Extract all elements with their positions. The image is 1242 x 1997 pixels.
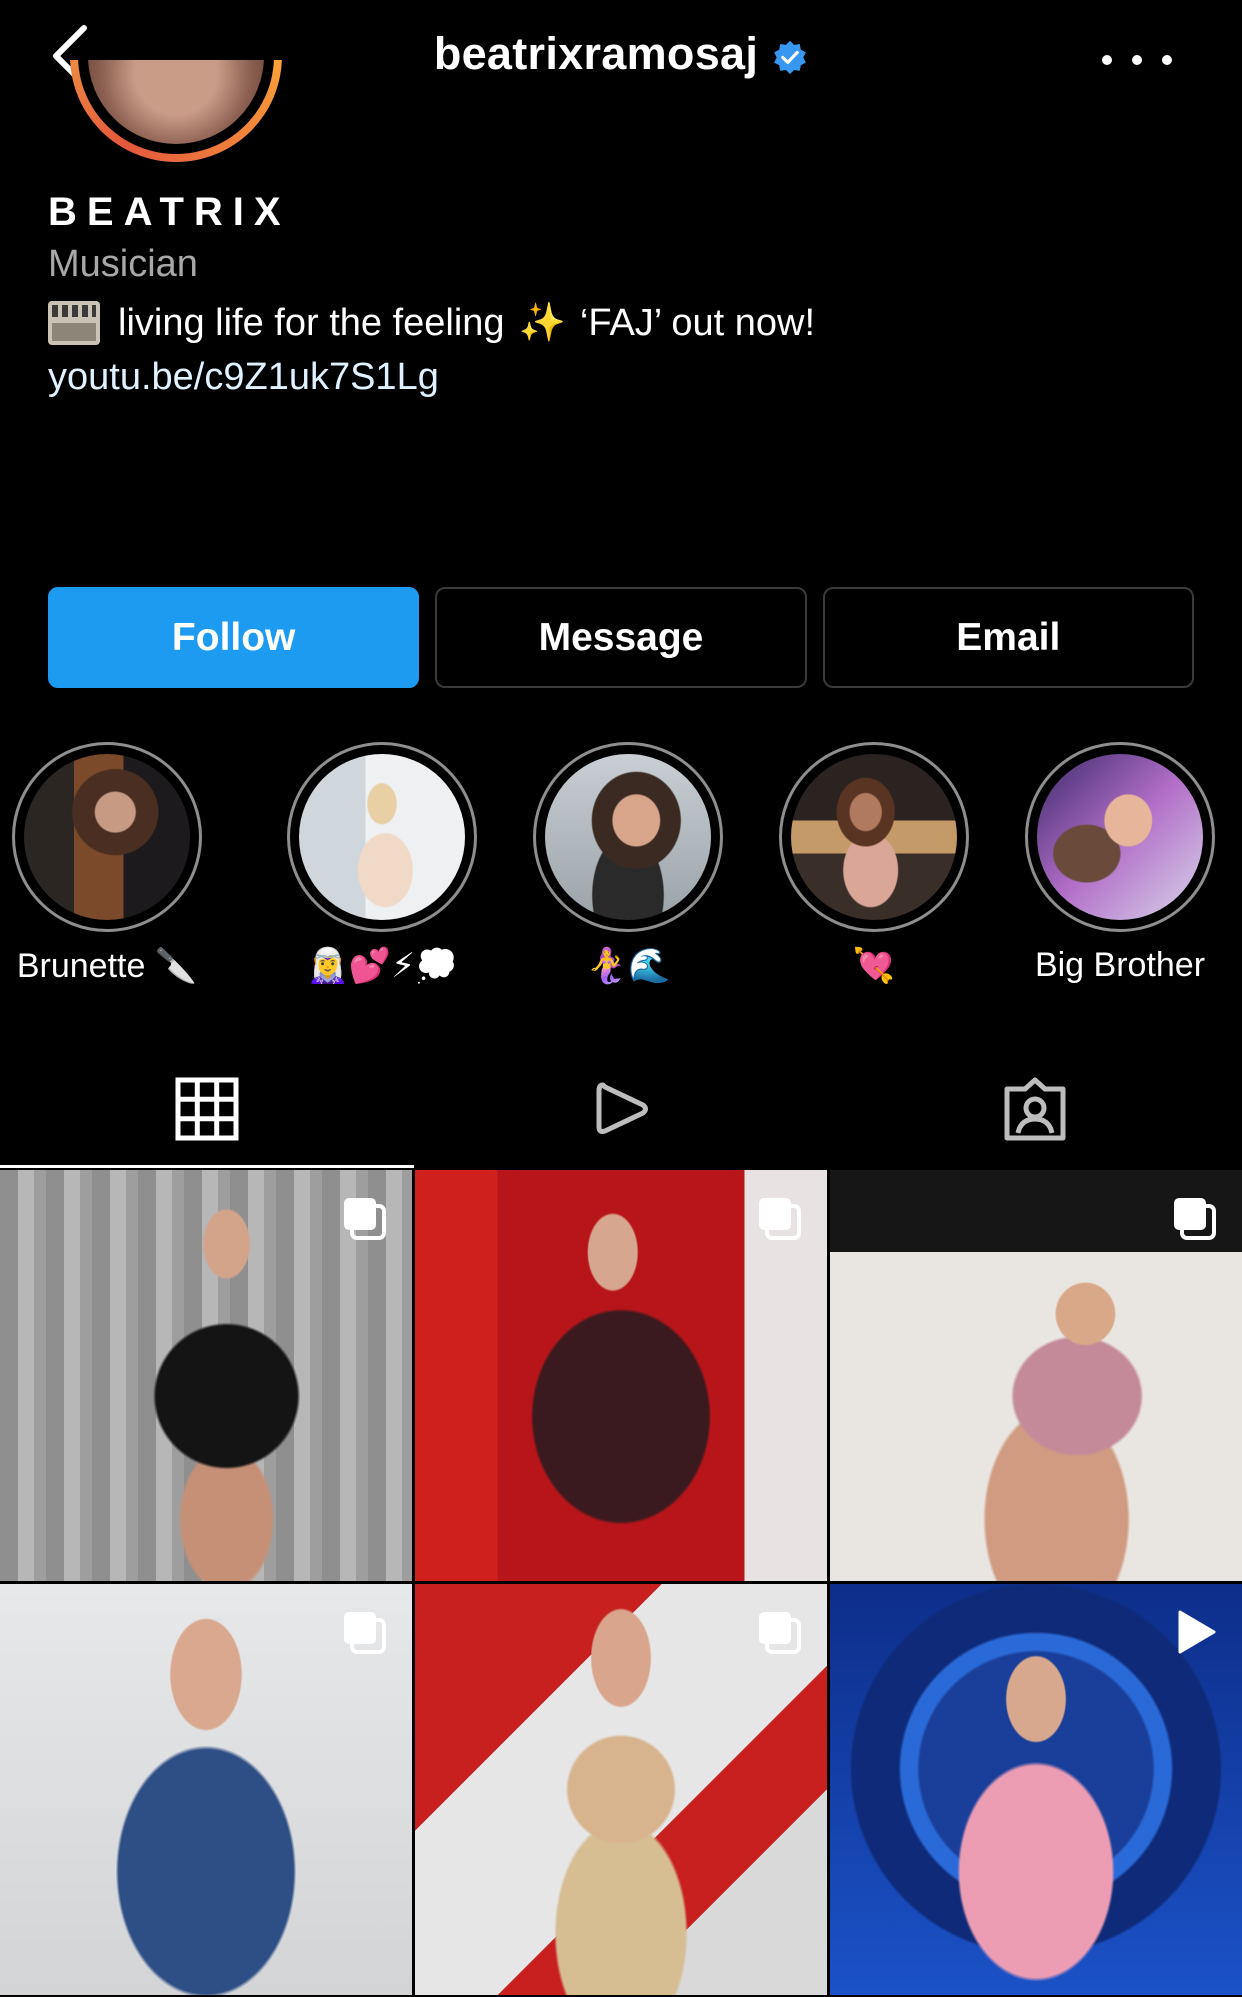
highlight-item[interactable]: 🧜‍♀️🌊	[508, 742, 748, 986]
highlight-image	[545, 754, 711, 920]
highlight-item[interactable]: Big Brother	[1000, 742, 1240, 985]
tagged-person-icon	[1004, 1077, 1066, 1141]
bio-text: living life for the feeling ✨ ‘FAJ’ out …	[48, 296, 1198, 350]
display-name: BEATRIX	[48, 190, 291, 234]
message-button[interactable]: Message	[435, 587, 807, 688]
post-thumbnail[interactable]	[830, 1170, 1242, 1581]
verified-badge-icon	[774, 40, 807, 75]
profile-bio: BEATRIX Musician living life for the fee…	[48, 190, 1198, 404]
highlight-image	[24, 754, 190, 920]
bio-text-before: living life for the feeling	[118, 302, 505, 344]
more-dot	[1162, 55, 1172, 65]
post-thumbnail[interactable]	[415, 1170, 827, 1581]
highlight-cover	[1025, 742, 1215, 932]
profile-category: Musician	[48, 243, 198, 285]
tab-posts-grid[interactable]	[0, 1050, 414, 1168]
sparkles-icon: ✨	[518, 302, 566, 344]
video-play-icon	[1178, 1610, 1216, 1654]
carousel-icon	[344, 1198, 386, 1240]
highlight-label: Big Brother	[1034, 946, 1206, 984]
highlight-cover	[12, 742, 202, 932]
carousel-icon	[344, 1612, 386, 1654]
follow-button[interactable]: Follow	[48, 587, 420, 688]
post-thumbnail[interactable]	[830, 1584, 1242, 1995]
more-dot	[1132, 55, 1142, 65]
post-thumbnail[interactable]	[0, 1170, 412, 1581]
carousel-icon	[759, 1198, 801, 1240]
reels-play-icon	[596, 1082, 648, 1134]
profile-tabs	[0, 1050, 1242, 1168]
highlight-image	[791, 754, 957, 920]
highlight-label: 🧜‍♀️🌊	[585, 947, 671, 985]
highlight-cover	[533, 742, 723, 932]
highlight-label: Brunette 🔪	[16, 947, 198, 985]
highlight-image	[299, 754, 465, 920]
highlight-item[interactable]: 🧝‍♀️💕⚡💭	[262, 742, 502, 986]
bio-link[interactable]: youtu.be/c9Z1uk7S1Lg	[48, 350, 1198, 404]
more-options-button[interactable]	[1102, 40, 1172, 80]
highlight-image	[1037, 754, 1203, 920]
film-frames-icon	[48, 301, 100, 345]
highlight-item[interactable]: Brunette 🔪	[0, 742, 227, 986]
highlight-label: 💘	[852, 947, 896, 985]
highlight-label: 🧝‍♀️💕⚡💭	[306, 947, 458, 985]
post-thumbnail[interactable]	[0, 1584, 412, 1995]
email-button[interactable]: Email	[822, 587, 1194, 688]
post-thumbnail[interactable]	[415, 1584, 827, 1995]
tab-tagged[interactable]	[828, 1050, 1242, 1168]
highlight-cover	[779, 742, 969, 932]
profile-avatar[interactable]	[70, 60, 282, 170]
profile-actions: Follow Message Email	[48, 587, 1194, 688]
tab-reels[interactable]	[414, 1050, 828, 1168]
carousel-icon	[1174, 1198, 1216, 1240]
story-highlights: Brunette 🔪 🧝‍♀️💕⚡💭 🧜‍♀️🌊 💘 Big Brother	[0, 742, 1242, 1002]
profile-username: beatrixramosaj	[433, 28, 759, 79]
highlight-cover	[287, 742, 477, 932]
highlight-item[interactable]: 💘	[754, 742, 994, 986]
more-horizontal-icon	[1102, 55, 1112, 65]
bio-text-after: ‘FAJ’ out now!	[579, 302, 816, 344]
carousel-icon	[759, 1612, 801, 1654]
grid-icon	[175, 1077, 239, 1141]
posts-grid	[0, 1170, 1242, 1997]
